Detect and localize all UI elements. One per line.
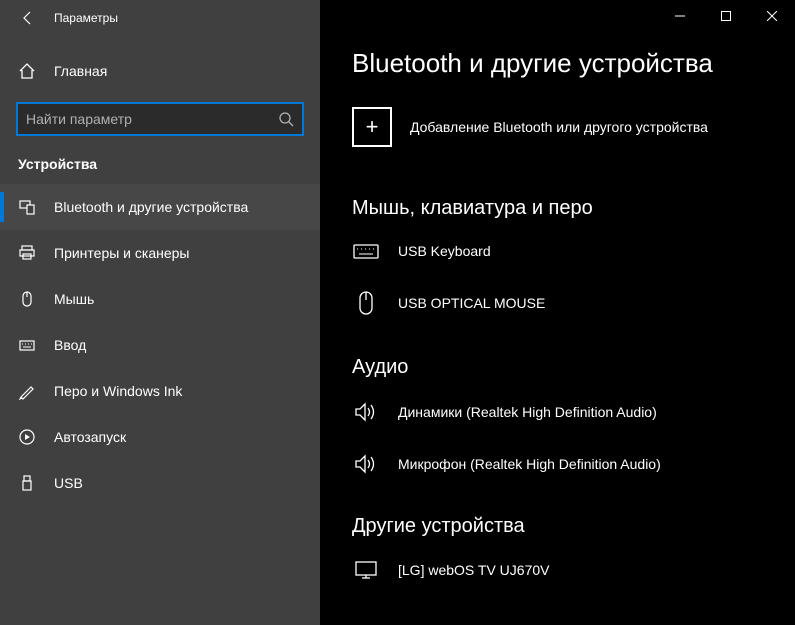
device-label: Микрофон (Realtek High Definition Audio) (398, 456, 661, 472)
device-mouse[interactable]: USB OPTICAL MOUSE (352, 284, 763, 322)
device-microphone[interactable]: Микрофон (Realtek High Definition Audio) (352, 447, 763, 481)
device-label: USB OPTICAL MOUSE (398, 295, 545, 311)
section-input-devices: Мышь, клавиатура и перо USB Keyboard USB… (352, 197, 763, 322)
content-area: Bluetooth и другие устройства + Добавлен… (320, 0, 795, 625)
search-icon (278, 111, 294, 127)
sidebar-item-label: Автозапуск (54, 429, 126, 445)
keyboard-icon (18, 336, 36, 354)
sidebar-item-label: Перо и Windows Ink (54, 383, 182, 399)
section-other: Другие устройства [LG] webOS TV UJ670V (352, 515, 763, 586)
search-input[interactable] (26, 111, 278, 127)
sidebar-item-label: USB (54, 475, 83, 491)
maximize-button[interactable] (703, 0, 749, 32)
printer-icon (18, 244, 36, 262)
back-button[interactable] (10, 0, 46, 36)
sidebar-item-typing[interactable]: Ввод (0, 322, 320, 368)
sidebar-item-pen[interactable]: Перо и Windows Ink (0, 368, 320, 414)
device-label: USB Keyboard (398, 243, 491, 259)
main-content: Bluetooth и другие устройства + Добавлен… (320, 0, 795, 625)
titlebar: Параметры (0, 0, 320, 36)
sidebar-item-mouse[interactable]: Мышь (0, 276, 320, 322)
home-label: Главная (54, 63, 107, 79)
sidebar-item-label: Bluetooth и другие устройства (54, 199, 248, 215)
speaker-icon (352, 453, 380, 475)
monitor-icon (352, 560, 380, 580)
minimize-button[interactable] (657, 0, 703, 32)
add-device-label: Добавление Bluetooth или другого устройс… (410, 119, 708, 135)
speaker-icon (352, 401, 380, 423)
keyboard-icon (352, 242, 380, 260)
device-label: Динамики (Realtek High Definition Audio) (398, 404, 657, 420)
section-heading: Аудио (352, 356, 763, 379)
window-title: Параметры (54, 11, 118, 25)
home-icon (18, 62, 36, 80)
search-box[interactable] (16, 102, 304, 136)
close-button[interactable] (749, 0, 795, 32)
sidebar-item-bluetooth[interactable]: Bluetooth и другие устройства (0, 184, 320, 230)
usb-icon (18, 474, 36, 492)
devices-icon (18, 198, 36, 216)
sidebar-item-label: Ввод (54, 337, 86, 353)
page-title: Bluetooth и другие устройства (352, 48, 763, 79)
device-label: [LG] webOS TV UJ670V (398, 562, 549, 578)
sidebar-item-printers[interactable]: Принтеры и сканеры (0, 230, 320, 276)
sidebar-item-label: Мышь (54, 291, 94, 307)
section-audio: Аудио Динамики (Realtek High Definition … (352, 356, 763, 481)
section-heading: Другие устройства (352, 515, 763, 538)
sidebar-item-autoplay[interactable]: Автозапуск (0, 414, 320, 460)
home-button[interactable]: Главная (0, 52, 320, 90)
window-controls (657, 0, 795, 32)
pen-icon (18, 382, 36, 400)
plus-icon: + (352, 107, 392, 147)
add-device-button[interactable]: + Добавление Bluetooth или другого устро… (352, 107, 763, 147)
sidebar-item-usb[interactable]: USB (0, 460, 320, 506)
section-heading: Мышь, клавиатура и перо (352, 197, 763, 220)
category-heading: Устройства (0, 136, 320, 184)
mouse-icon (352, 290, 380, 316)
sidebar: Параметры Главная Устройства Bluetooth и… (0, 0, 320, 625)
device-speakers[interactable]: Динамики (Realtek High Definition Audio) (352, 395, 763, 429)
sidebar-item-label: Принтеры и сканеры (54, 245, 189, 261)
mouse-icon (18, 290, 36, 308)
autoplay-icon (18, 428, 36, 446)
device-keyboard[interactable]: USB Keyboard (352, 236, 763, 266)
device-tv[interactable]: [LG] webOS TV UJ670V (352, 554, 763, 586)
